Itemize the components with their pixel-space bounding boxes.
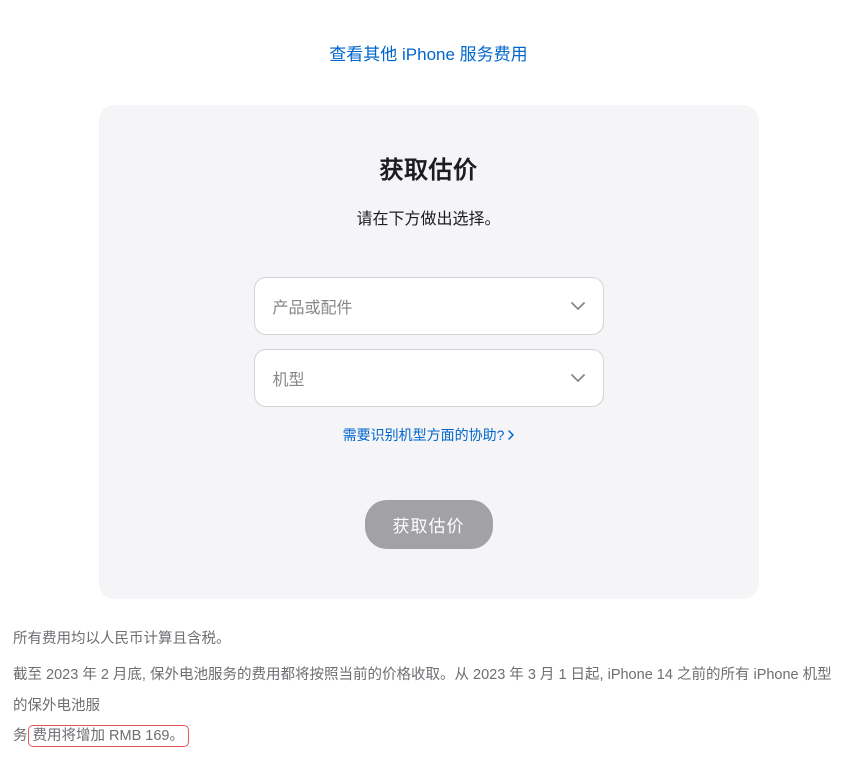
chevron-right-icon (508, 430, 514, 440)
footer-line2: 截至 2023 年 2 月底, 保外电池服务的费用都将按照当前的价格收取。从 2… (13, 660, 844, 751)
card-title: 获取估价 (129, 150, 729, 185)
product-select[interactable]: 产品或配件 (254, 277, 604, 335)
help-link-label: 需要识别机型方面的协助? (343, 425, 505, 445)
footer-line1: 所有费用均以人民币计算且含税。 (13, 624, 844, 654)
chevron-down-icon (571, 374, 585, 382)
price-increase-highlight: 费用将增加 RMB 169。 (28, 725, 189, 747)
footer-notes: 所有费用均以人民币计算且含税。 截至 2023 年 2 月底, 保外电池服务的费… (10, 624, 847, 752)
card-subtitle: 请在下方做出选择。 (129, 205, 729, 229)
product-select-placeholder: 产品或配件 (273, 294, 353, 318)
model-select[interactable]: 机型 (254, 349, 604, 407)
identify-model-help-link[interactable]: 需要识别机型方面的协助? (343, 425, 515, 445)
model-select-placeholder: 机型 (273, 366, 305, 390)
estimate-card: 获取估价 请在下方做出选择。 产品或配件 机型 需要识别机型方面的协助? (99, 105, 759, 599)
get-estimate-button[interactable]: 获取估价 (365, 500, 493, 549)
see-other-fees-link[interactable]: 查看其他 iPhone 服务费用 (10, 40, 847, 65)
chevron-down-icon (571, 302, 585, 310)
